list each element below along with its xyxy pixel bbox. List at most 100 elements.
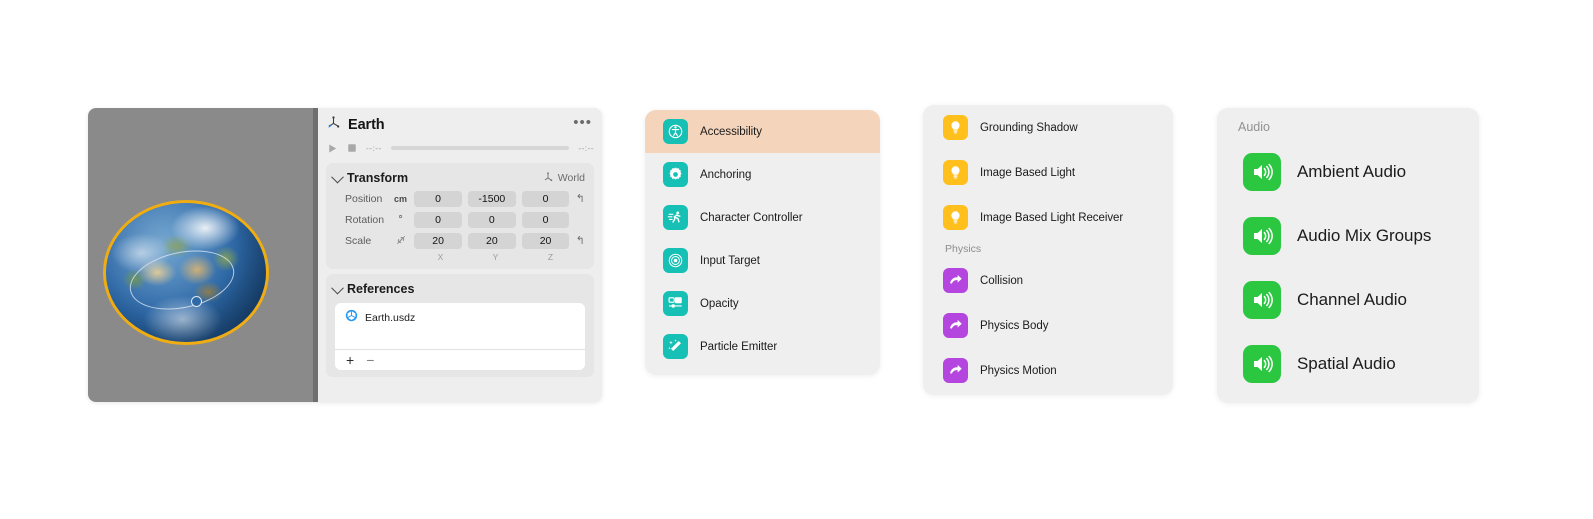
curved-arrow-icon <box>943 313 968 338</box>
group-label-audio: Audio <box>1238 120 1270 134</box>
stop-icon[interactable] <box>347 143 357 153</box>
position-y-field[interactable]: -1500 <box>467 190 516 207</box>
component-label: Accessibility <box>700 125 762 138</box>
speaker-wave-icon <box>1243 281 1281 319</box>
scale-y-field[interactable]: 20 <box>467 232 516 249</box>
scale-label: Scale <box>345 234 372 247</box>
references-section-header[interactable]: References <box>326 279 594 299</box>
coordinate-space-control[interactable]: World <box>542 171 585 186</box>
remove-reference-button[interactable]: − <box>366 352 374 368</box>
component-item-audio-mix-groups[interactable]: Audio Mix Groups <box>1217 204 1479 268</box>
references-list-box: Earth.usdz + − <box>335 303 585 370</box>
scale-z-field[interactable]: 20 <box>521 232 570 249</box>
component-label: Channel Audio <box>1297 290 1407 309</box>
inspector-pane: Earth ••• --:-- --:-- Transform World Po… <box>318 108 602 402</box>
axis-spacer <box>333 252 413 262</box>
opacity-icon <box>663 291 688 316</box>
rotation-x-field[interactable]: 0 <box>414 211 462 228</box>
timeline-scrubber[interactable] <box>390 146 570 150</box>
accessibility-icon <box>663 119 688 144</box>
transform-row-position: Position cm 0 -1500 0 ↰ <box>326 188 594 209</box>
component-label: Physics Body <box>980 319 1049 332</box>
axis-labels-row: X Y Z <box>326 251 594 262</box>
curved-arrow-icon <box>943 268 968 293</box>
page-title: Earth <box>348 117 385 133</box>
component-item-opacity[interactable]: Opacity <box>645 282 880 325</box>
play-icon[interactable] <box>327 143 338 154</box>
inspector-header: Earth ••• <box>318 108 602 138</box>
timeline-end-time: --:-- <box>578 143 594 153</box>
component-label: Input Target <box>700 254 760 267</box>
lightbulb-icon <box>943 205 968 230</box>
component-label: Physics Motion <box>980 364 1057 377</box>
axis-label-x: X <box>437 252 444 262</box>
orbit-node-handle[interactable] <box>191 296 202 307</box>
component-item-spatial-audio[interactable]: Spatial Audio <box>1217 332 1479 396</box>
rotation-label: Rotation <box>345 213 385 226</box>
component-item-grounding-shadow[interactable]: Grounding Shadow <box>923 105 1173 150</box>
references-footer: + − <box>335 349 585 370</box>
chevron-down-icon[interactable] <box>331 170 344 183</box>
component-item-character-controller[interactable]: Character Controller <box>645 196 880 239</box>
transform-section-title: Transform <box>347 171 409 185</box>
transform-section-header[interactable]: Transform World <box>326 168 594 188</box>
component-label: Particle Emitter <box>700 340 778 353</box>
component-item-channel-audio[interactable]: Channel Audio <box>1217 268 1479 332</box>
link-icon[interactable] <box>390 234 411 248</box>
rotation-z-field[interactable]: 0 <box>521 211 570 228</box>
references-section-title: References <box>347 282 415 296</box>
lightbulb-icon <box>943 115 968 140</box>
component-list-lighting-physics: Grounding Shadow Image Based Light Image… <box>923 105 1173 395</box>
component-label: Ambient Audio <box>1297 162 1406 181</box>
group-label-physics: Physics <box>945 243 982 255</box>
axis-label-z: Z <box>547 252 554 262</box>
component-item-anchoring[interactable]: Anchoring <box>645 153 880 196</box>
component-label: Spatial Audio <box>1297 354 1396 373</box>
transform-row-scale: Scale 20 20 20 ↰ <box>326 230 594 251</box>
component-label: Anchoring <box>700 168 752 181</box>
component-item-accessibility[interactable]: Accessibility <box>645 110 880 153</box>
reference-file-name: Earth.usdz <box>365 312 416 324</box>
gear-icon <box>663 162 688 187</box>
timeline-transport-bar: --:-- --:-- <box>318 138 602 158</box>
rotation-y-field[interactable]: 0 <box>467 211 516 228</box>
lightbulb-icon <box>943 160 968 185</box>
component-item-physics-body[interactable]: Physics Body <box>923 303 1173 348</box>
component-label: Image Based Light Receiver <box>980 211 1124 224</box>
references-list: Earth.usdz <box>335 303 585 349</box>
coordinate-space-icon <box>542 171 554 186</box>
earth-object[interactable] <box>103 200 269 345</box>
timeline-start-time: --:-- <box>366 143 382 153</box>
component-label: Collision <box>980 274 1024 287</box>
position-x-field[interactable]: 0 <box>414 190 462 207</box>
position-unit: cm <box>394 193 408 204</box>
add-reference-button[interactable]: + <box>346 352 354 368</box>
scale-revert-icon[interactable]: ↰ <box>572 234 588 247</box>
component-label: Audio Mix Groups <box>1297 226 1432 245</box>
position-z-field[interactable]: 0 <box>521 190 570 207</box>
position-label: Position <box>345 192 383 205</box>
transform-row-rotation: Rotation ° 0 0 0 <box>326 209 594 230</box>
scale-x-field[interactable]: 20 <box>414 232 462 249</box>
coordinate-space-label: World <box>557 172 585 184</box>
component-item-physics-motion[interactable]: Physics Motion <box>923 348 1173 393</box>
component-item-particle-emitter[interactable]: Particle Emitter <box>645 325 880 368</box>
position-revert-icon[interactable]: ↰ <box>572 192 588 205</box>
chevron-down-icon[interactable] <box>331 281 344 294</box>
list-item[interactable]: Earth.usdz <box>335 309 585 327</box>
curved-arrow-icon <box>943 358 968 383</box>
more-options-button[interactable]: ••• <box>573 115 592 132</box>
transform-section: Transform World Position cm 0 -1500 0 ↰ … <box>326 163 594 269</box>
component-label: Opacity <box>700 297 739 310</box>
component-list-audio: Audio Ambient Audio Audio Mix Groups Cha… <box>1217 108 1479 403</box>
component-item-image-based-light[interactable]: Image Based Light <box>923 150 1173 195</box>
component-label: Grounding Shadow <box>980 121 1078 134</box>
rotation-unit: ° <box>398 213 403 226</box>
component-item-ambient-audio[interactable]: Ambient Audio <box>1217 140 1479 204</box>
3d-scene-viewport[interactable] <box>88 108 313 402</box>
usdz-cube-icon <box>345 309 358 327</box>
component-label: Character Controller <box>700 211 803 224</box>
component-item-input-target[interactable]: Input Target <box>645 239 880 282</box>
component-item-image-based-light-receiver[interactable]: Image Based Light Receiver <box>923 195 1173 240</box>
component-item-collision[interactable]: Collision <box>923 258 1173 303</box>
